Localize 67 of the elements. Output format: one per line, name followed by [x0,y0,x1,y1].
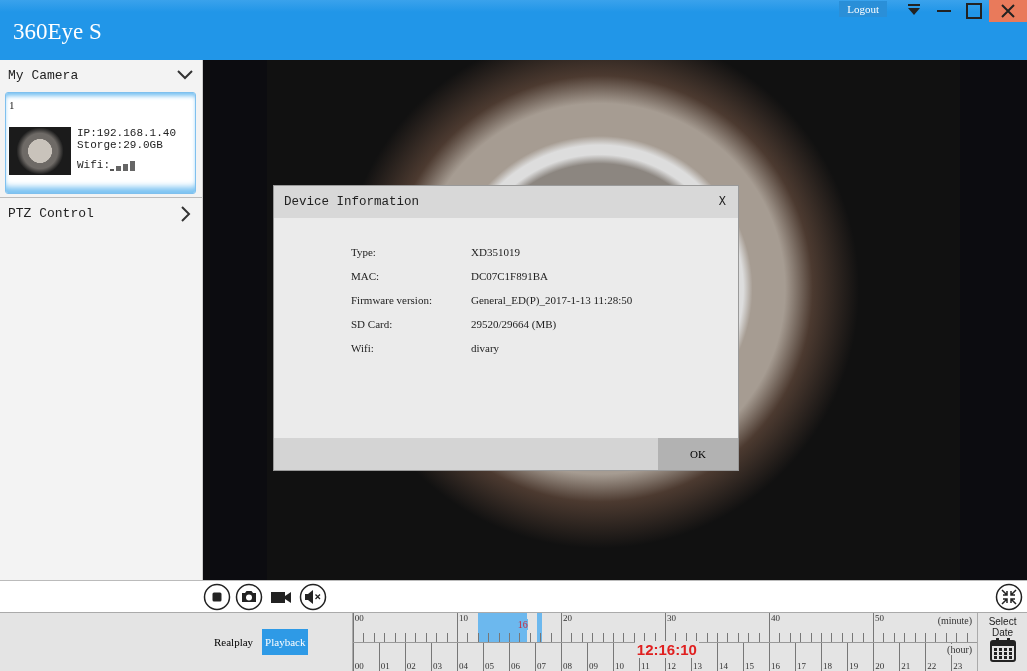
minute-marker: 16 [517,619,528,630]
field-value: 29520/29664 (MB) [471,318,558,330]
hour-label: 09 [587,661,598,671]
minute-label: 10 [457,613,468,623]
field-label: Wifi: [351,342,375,354]
minute-label: 40 [770,613,780,623]
hour-label: 04 [457,661,468,671]
section-title[interactable]: My Camera [8,67,79,83]
dialog-title: Device Information [284,195,420,209]
hour-label: 19 [848,661,859,671]
hour-label: 22 [926,661,937,671]
hour-label: 16 [770,661,781,671]
hour-label: 02 [405,661,416,671]
hour-label: 03 [431,661,442,671]
minute-label: 20 [561,613,572,623]
camera-card[interactable]: 1 IP:192.168.1.40 Storge:29.0GB Wifi: [5,92,196,194]
minute-unit-label: (minute) [936,615,974,626]
calendar-icon[interactable] [989,638,1016,662]
signal-bars-icon [110,161,136,171]
select-date-label[interactable]: Select Date [978,616,1027,638]
wifi-label: Wifi: [77,159,110,171]
camera-thumbnail-placeholder [9,127,71,175]
hour-label: 06 [509,661,520,671]
field-value: DC07C1F891BA [471,270,550,282]
app-title: 360Eye S [13,19,102,45]
hour-label: 05 [483,661,494,671]
mode-tab[interactable]: Realplay [211,629,257,655]
hour-label: 17 [796,661,807,671]
close-icon[interactable] [989,0,1027,22]
recording-segment [536,613,542,642]
mute-icon[interactable] [299,582,327,611]
hour-label: 18 [822,661,833,671]
hour-label: 12 [666,661,676,671]
hour-label: 20 [874,661,885,671]
camera-icon[interactable] [235,582,263,611]
minute-label: 50 [874,613,885,623]
ip-address: IP:192.168.1.40 [77,127,177,139]
current-time: 12:16:10 [634,641,699,658]
recording-segment [477,613,527,642]
stop-icon[interactable] [203,582,231,611]
hour-label: 11 [640,661,650,671]
storage-info: Storge:29.0GB [77,139,164,151]
hour-label: 01 [379,661,390,671]
hour-unit-label: (hour) [946,643,974,655]
collapse-icon[interactable] [995,582,1023,611]
hour-label: 23 [952,661,963,671]
field-label: SD Card: [351,318,394,330]
field-value: divary [471,342,501,354]
field-value: XD351019 [471,246,521,258]
hour-label: 00 [353,661,364,671]
field-label: MAC: [351,270,381,282]
hour-label: 10 [614,661,624,671]
field-label: Firmware version: [351,294,433,306]
camera-name: 1 [9,99,16,111]
hour-label: 07 [535,661,546,671]
field-value: General_ED(P)_2017-1-13 11:28:50 [471,294,634,306]
ok-button[interactable]: OK [658,438,738,470]
close-button[interactable]: X [718,195,726,209]
minute-label: 30 [665,613,676,623]
hour-label: 13 [692,661,703,671]
section-title[interactable]: PTZ Control [8,206,94,221]
minute-label: 00 [353,613,364,623]
hour-label: 08 [561,661,572,671]
hour-label: 14 [718,661,729,671]
field-label: Type: [351,246,377,258]
hour-label: 15 [744,661,755,671]
hour-label: 21 [900,661,911,671]
